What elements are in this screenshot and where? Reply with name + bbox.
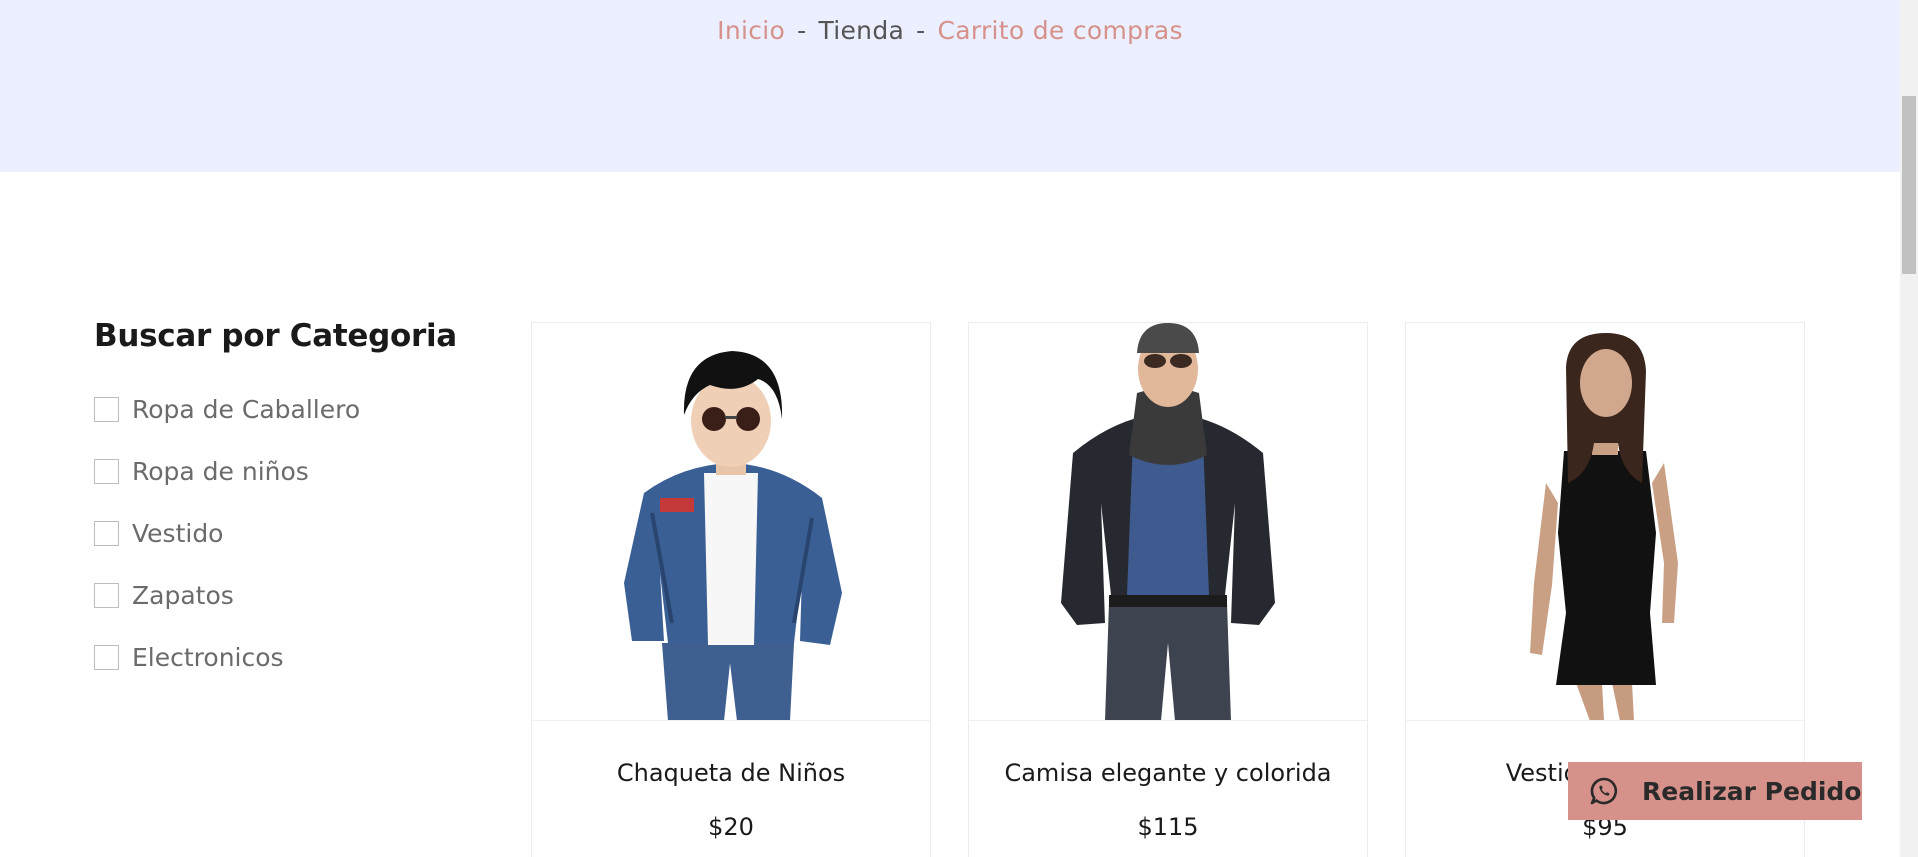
breadcrumb-current: Tienda [818,16,905,45]
breadcrumb-separator: - [797,16,807,45]
product-price: $20 [708,813,754,841]
place-order-label: Realizar Pedido [1642,776,1862,806]
product-name[interactable]: Chaqueta de Niños [532,759,930,787]
page-header-banner: Inicio - Tienda - Carrito de compras [0,0,1900,172]
product-card[interactable]: Chaqueta de Niños $20 [531,322,931,857]
category-item-electronicos[interactable]: Electronicos [94,626,494,688]
category-item-ropa-de-caballero[interactable]: Ropa de Caballero [94,378,494,440]
category-filter-sidebar: Buscar por Categoria Ropa de Caballero R… [94,318,494,688]
category-item-ropa-de-ninos[interactable]: Ropa de niños [94,440,494,502]
product-name[interactable]: Camisa elegante y colorida [969,759,1367,787]
place-order-button[interactable]: Realizar Pedido [1568,762,1862,820]
category-item-zapatos[interactable]: Zapatos [94,564,494,626]
category-label: Zapatos [132,580,234,610]
category-label: Vestido [132,518,224,548]
product-image-boy-denim-jacket[interactable] [532,323,930,721]
breadcrumb-home-link[interactable]: Inicio [717,16,785,45]
whatsapp-icon [1586,773,1622,809]
category-label: Electronicos [132,642,284,672]
vertical-scrollbar[interactable] [1900,0,1918,857]
product-image-man-leather-jacket[interactable] [969,323,1367,721]
category-checkbox[interactable] [94,396,119,422]
category-item-vestido[interactable]: Vestido [94,502,494,564]
category-label: Ropa de niños [132,456,309,486]
category-checkbox[interactable] [94,520,119,546]
category-checkbox[interactable] [94,458,119,484]
breadcrumb-cart-link[interactable]: Carrito de compras [937,16,1182,45]
filter-title: Buscar por Categoria [94,318,457,354]
breadcrumb-separator: - [916,16,926,45]
product-card[interactable]: Camisa elegante y colorida $115 [968,322,1368,857]
category-list: Ropa de Caballero Ropa de niños Vestido … [94,378,494,688]
breadcrumb: Inicio - Tienda - Carrito de compras [0,16,1900,45]
category-checkbox[interactable] [94,582,119,608]
product-price: $115 [1137,813,1199,841]
category-label: Ropa de Caballero [132,394,361,424]
product-image-woman-black-dress[interactable] [1406,323,1804,721]
category-checkbox[interactable] [94,644,119,670]
scrollbar-thumb[interactable] [1902,96,1916,274]
